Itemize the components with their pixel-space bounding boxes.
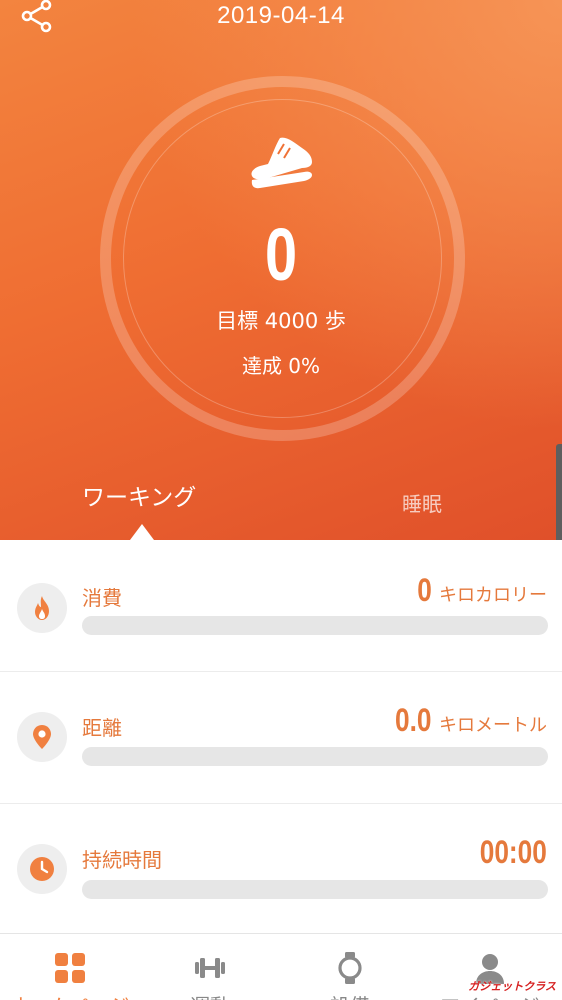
metric-bar-calories xyxy=(82,616,548,635)
step-count: 0 xyxy=(264,213,298,296)
fire-icon-badge xyxy=(17,583,67,633)
nav-home[interactable]: ホームページ xyxy=(0,934,140,1000)
shoe-icon xyxy=(251,137,312,189)
metric-value-duration: 00:00 xyxy=(479,834,547,870)
metric-value-calories: 0 xyxy=(417,572,432,608)
location-pin-icon-badge xyxy=(17,712,67,762)
metric-label-duration: 持続時間 xyxy=(82,848,162,872)
watch-icon xyxy=(338,952,362,984)
summary-hero: 2019-04-14 0 目標 4000 歩 達成 0% ワーキング 睡眠 xyxy=(0,0,562,540)
metric-bar-distance xyxy=(82,747,548,766)
metric-unit-distance: キロメートル xyxy=(439,715,547,736)
nav-label-exercise: 運動 xyxy=(140,990,280,1000)
step-goal: 目標 4000 歩 xyxy=(216,309,346,333)
date-label[interactable]: 2019-04-14 xyxy=(0,2,562,30)
clock-icon xyxy=(30,857,54,881)
tab-walking[interactable]: ワーキング xyxy=(82,478,196,512)
active-tab-indicator xyxy=(130,524,154,540)
clock-icon-badge xyxy=(17,844,67,894)
metric-value-group-distance: 0.0 キロメートル xyxy=(387,702,547,739)
metric-label-distance: 距離 xyxy=(82,716,122,740)
achievement-rate: 達成 0% xyxy=(241,354,321,378)
metric-label-calories: 消費 xyxy=(82,586,122,610)
metric-unit-calories: キロカロリー xyxy=(439,585,547,606)
nav-label-home: ホームページ xyxy=(0,990,140,1000)
location-pin-icon xyxy=(33,725,51,749)
metric-value-group-calories: 0 キロカロリー xyxy=(414,572,547,609)
metric-card-calories[interactable]: 消費 0 キロカロリー xyxy=(0,540,562,672)
dumbbell-icon xyxy=(195,958,225,978)
tab-sleep[interactable]: 睡眠 xyxy=(402,488,442,517)
metric-value-distance: 0.0 xyxy=(395,702,432,738)
grid-icon xyxy=(55,953,85,983)
metric-card-duration[interactable]: 持続時間 00:00 xyxy=(0,804,562,933)
metric-bar-duration xyxy=(82,880,548,899)
nav-exercise[interactable]: 運動 xyxy=(140,934,280,1000)
watermark-logo: ガジェットクラス xyxy=(468,980,556,993)
metric-card-distance[interactable]: 距離 0.0 キロメートル xyxy=(0,672,562,804)
fire-icon xyxy=(35,596,49,620)
nav-device[interactable]: 設備 xyxy=(280,934,420,1000)
metric-value-group-duration: 00:00 xyxy=(465,834,547,871)
nav-label-device: 設備 xyxy=(280,990,420,1000)
